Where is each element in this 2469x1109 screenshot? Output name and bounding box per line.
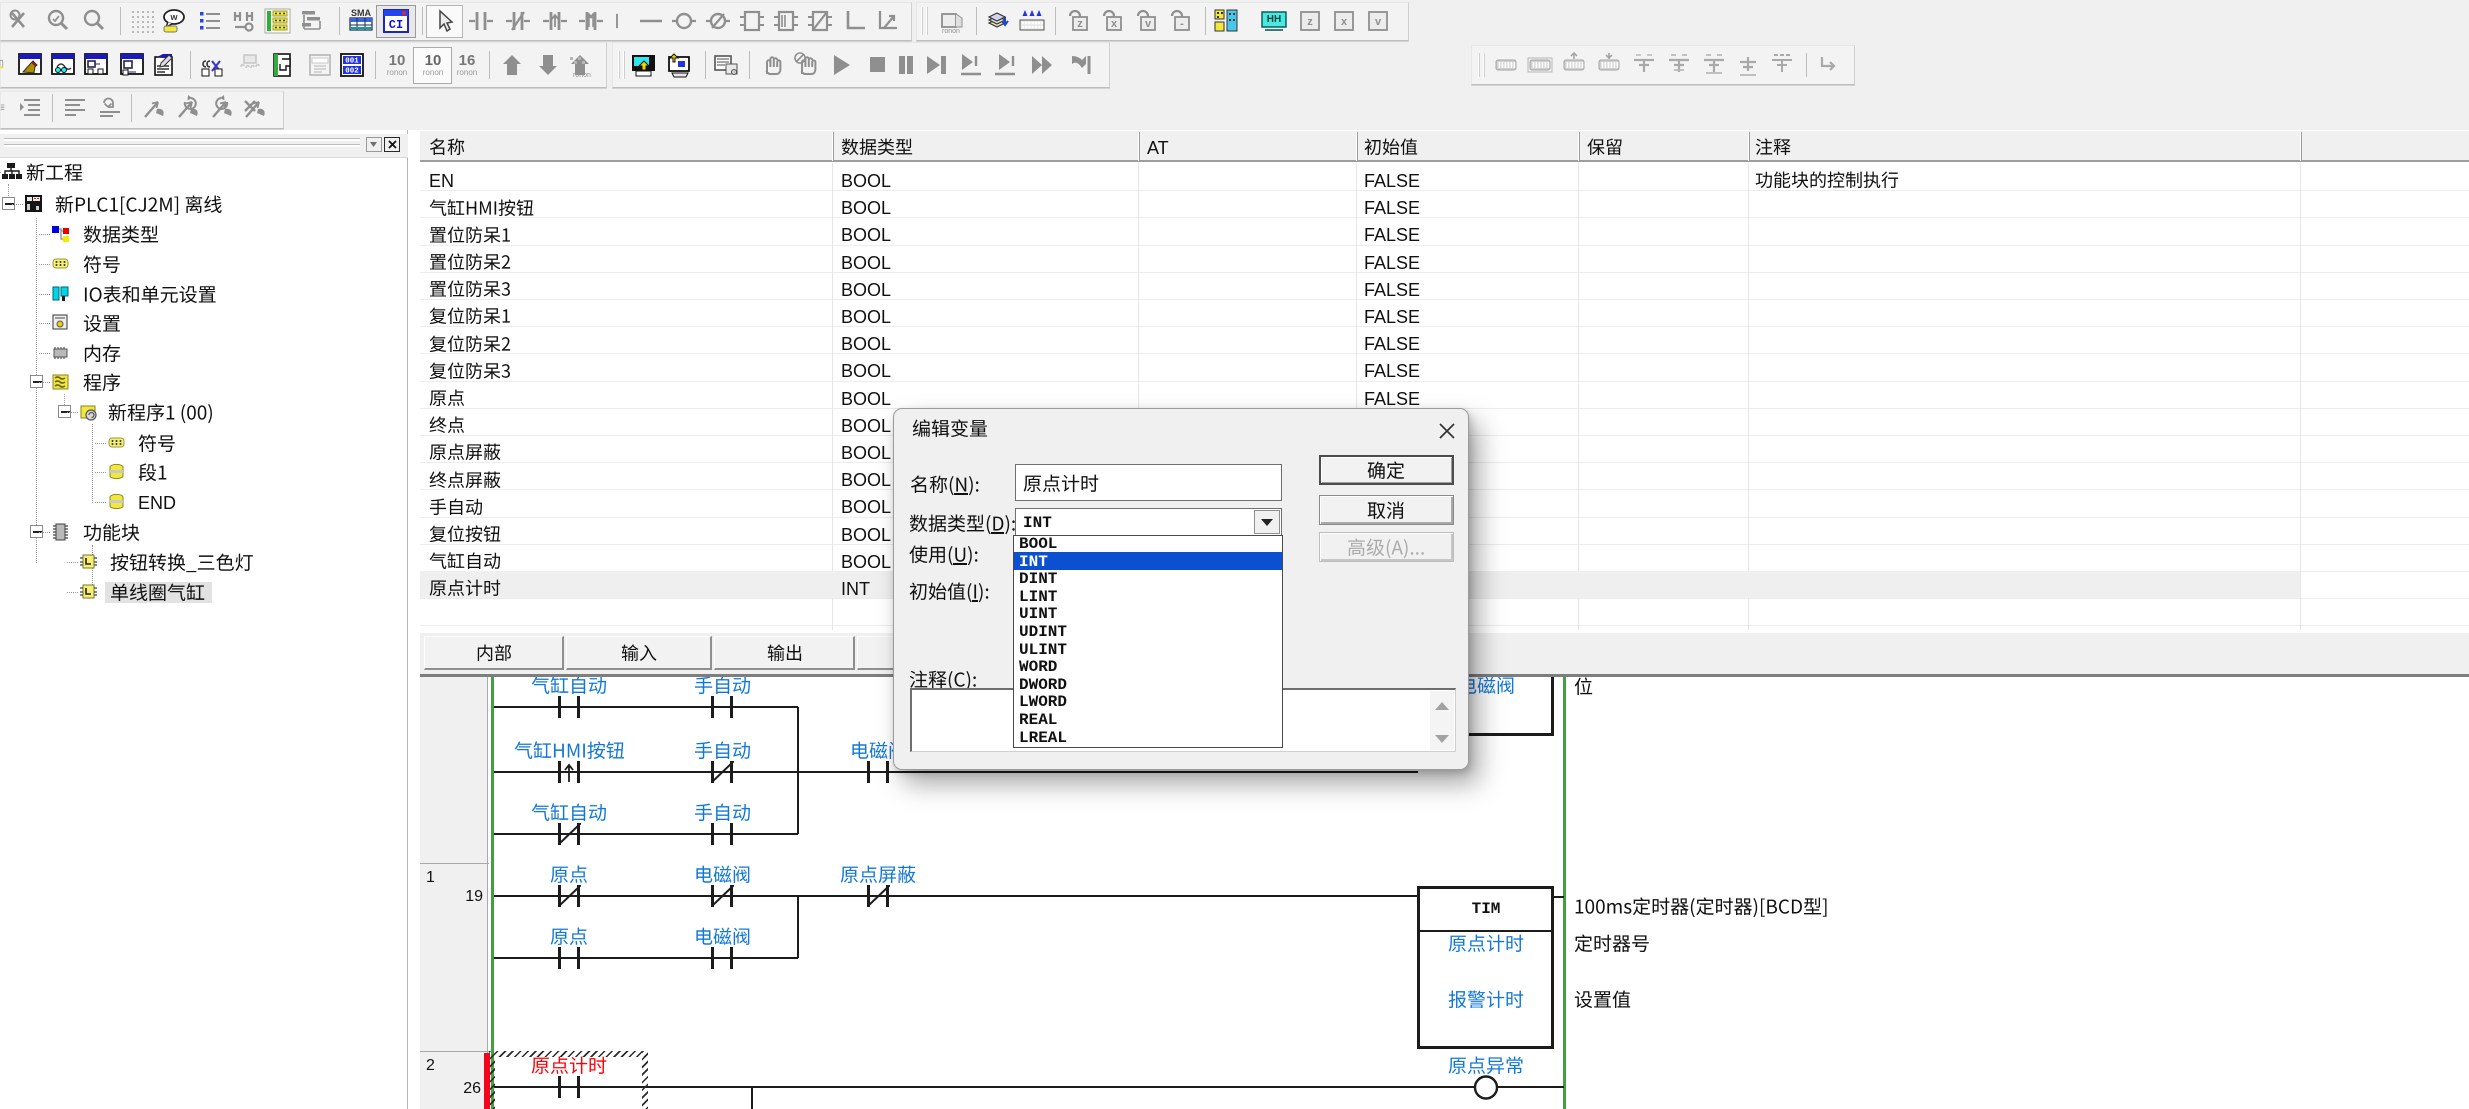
svg-text:ronon: ronon	[387, 68, 407, 77]
svg-text:ronon: ronon	[573, 72, 591, 79]
svg-text:002: 002	[345, 68, 359, 76]
svg-text:ronon: ronon	[457, 68, 477, 77]
svg-text:z: z	[1307, 16, 1313, 28]
svg-text:x: x	[1111, 18, 1118, 30]
svg-text:SMA: SMA	[351, 8, 372, 18]
svg-text:-: -	[1180, 18, 1184, 30]
svg-text:HH: HH	[1267, 14, 1281, 25]
svg-text:w: w	[169, 12, 178, 22]
svg-text:x: x	[1341, 16, 1348, 28]
svg-text:ronon: ronon	[423, 68, 443, 77]
svg-text:10: 10	[389, 52, 406, 69]
svg-text:z: z	[1077, 18, 1083, 30]
svg-text:10: 10	[425, 52, 442, 69]
svg-text:001: 001	[345, 58, 359, 66]
svg-text:ronon: ronon	[942, 28, 960, 35]
svg-text:16: 16	[459, 52, 476, 69]
svg-text:v: v	[1375, 16, 1382, 28]
svg-text:v: v	[1145, 18, 1152, 30]
svg-text:CI: CI	[389, 18, 403, 32]
